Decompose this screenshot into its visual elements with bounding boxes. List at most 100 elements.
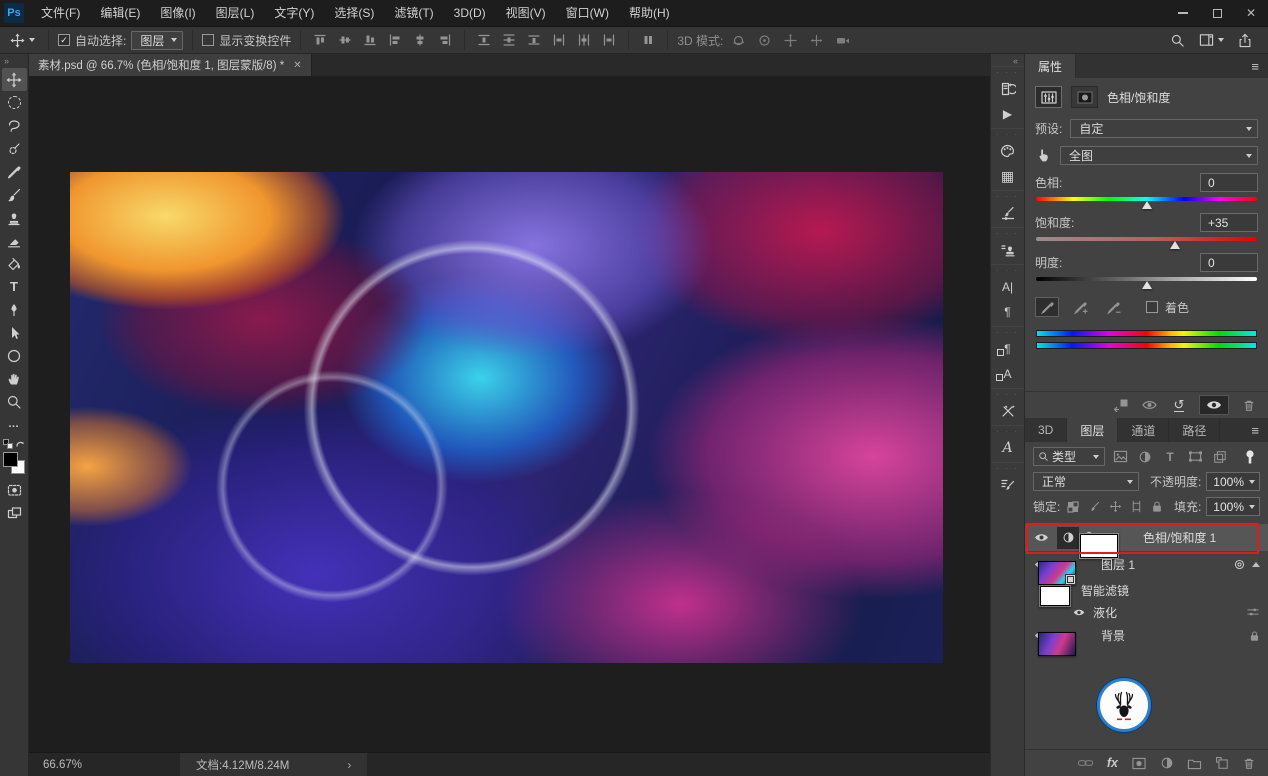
new-layer-button[interactable]: [1215, 756, 1229, 770]
dock-group-handle[interactable]: · · ·: [996, 69, 1018, 77]
distribute-vertical-centers-button[interactable]: [499, 33, 519, 47]
properties-panel-menu-icon[interactable]: ≡: [1242, 54, 1268, 78]
auto-select-checkbox[interactable]: ✓: [58, 34, 70, 46]
shape-tool[interactable]: [2, 344, 27, 367]
expand-panels-arrows[interactable]: «: [1006, 54, 1024, 66]
search-icon[interactable]: [1170, 33, 1185, 48]
hue-slider[interactable]: [1036, 193, 1257, 209]
hue-slider-thumb[interactable]: [1141, 201, 1152, 209]
dock-group-handle[interactable]: · · ·: [996, 131, 1018, 139]
zoom-tool[interactable]: [2, 390, 27, 413]
edit-toolbar-button[interactable]: …: [2, 413, 27, 436]
toggle-visibility-button[interactable]: [1199, 395, 1229, 415]
glyphs-panel-icon[interactable]: A: [995, 435, 1021, 460]
foreground-color-swatch[interactable]: [3, 452, 18, 467]
filter-smart-objects-icon[interactable]: [1210, 447, 1230, 466]
3d-drag-icon[interactable]: [780, 33, 801, 48]
link-layers-button[interactable]: [1077, 757, 1094, 769]
distribute-bottom-edges-button[interactable]: [524, 33, 544, 47]
smart-filter-indicator-icon[interactable]: [1233, 558, 1246, 571]
lock-position-icon[interactable]: [1107, 497, 1123, 516]
new-group-button[interactable]: [1187, 757, 1202, 770]
tab-channels[interactable]: 通道: [1118, 418, 1170, 442]
eyedropper-sample-button[interactable]: [1035, 297, 1059, 317]
dock-group-handle[interactable]: · · ·: [996, 193, 1018, 201]
quick-selection-tool[interactable]: [2, 137, 27, 160]
opacity-dropdown[interactable]: 100%: [1206, 472, 1260, 491]
brushes-panel-icon[interactable]: [995, 472, 1021, 497]
filter-kind-dropdown[interactable]: 类型: [1033, 447, 1105, 466]
filter-shape-layers-icon[interactable]: [1185, 447, 1205, 466]
smart-filters-label[interactable]: 智能滤镜: [1081, 582, 1129, 599]
filter-visibility-toggle[interactable]: [1071, 608, 1087, 617]
menu-filter[interactable]: 滤镜(T): [384, 0, 443, 26]
brush-settings-panel-icon[interactable]: [995, 200, 1021, 225]
lightness-slider-thumb[interactable]: [1141, 281, 1152, 289]
menu-3d[interactable]: 3D(D): [444, 0, 496, 26]
layer-visibility-toggle[interactable]: [1031, 532, 1051, 543]
saturation-value-input[interactable]: +35: [1200, 213, 1258, 232]
lightness-value-input[interactable]: 0: [1200, 253, 1258, 272]
swap-colors-icon[interactable]: [15, 439, 25, 449]
clip-to-layer-button[interactable]: [1112, 395, 1130, 415]
filter-blend-options-icon[interactable]: [1246, 606, 1260, 618]
distribute-horizontal-centers-button[interactable]: [574, 33, 594, 47]
3d-roll-icon[interactable]: [754, 33, 775, 48]
tool-preset-picker[interactable]: [6, 32, 39, 48]
dock-group-handle[interactable]: · · ·: [996, 465, 1018, 473]
menu-file[interactable]: 文件(F): [31, 0, 90, 26]
delete-layer-button[interactable]: [1242, 756, 1256, 771]
distribute-left-edges-button[interactable]: [549, 33, 569, 47]
tool-presets-panel-icon[interactable]: [995, 398, 1021, 423]
character-panel-icon[interactable]: A|: [995, 274, 1021, 299]
paint-bucket-tool[interactable]: [2, 252, 27, 275]
blend-mode-dropdown[interactable]: 正常: [1033, 472, 1139, 491]
quick-mask-button[interactable]: [2, 478, 27, 501]
dock-group-handle[interactable]: · · ·: [996, 230, 1018, 238]
dock-group-handle[interactable]: · · ·: [996, 329, 1018, 337]
dock-group-handle[interactable]: · · ·: [996, 267, 1018, 275]
filter-type-layers-icon[interactable]: T: [1160, 447, 1180, 466]
move-tool[interactable]: [1, 68, 27, 91]
3d-slide-icon[interactable]: [806, 33, 827, 48]
pen-tool[interactable]: [2, 298, 27, 321]
menu-type[interactable]: 文字(Y): [264, 0, 324, 26]
new-adjustment-layer-button[interactable]: [1160, 756, 1174, 770]
lasso-tool[interactable]: [2, 114, 27, 137]
channel-dropdown[interactable]: 全图: [1060, 146, 1258, 165]
layer-row-background[interactable]: 背景: [1025, 622, 1268, 656]
filter-name[interactable]: 液化: [1093, 604, 1117, 621]
colorize-checkbox[interactable]: [1146, 301, 1158, 313]
brush-tool[interactable]: [2, 183, 27, 206]
eyedropper-add-button[interactable]: [1068, 297, 1092, 317]
dock-group-handle[interactable]: · · ·: [996, 428, 1018, 436]
menu-image[interactable]: 图像(I): [150, 0, 205, 26]
lightness-slider[interactable]: [1036, 273, 1257, 289]
lock-transparency-icon[interactable]: [1065, 497, 1081, 516]
color-panel-icon[interactable]: [995, 138, 1021, 163]
paragraph-panel-icon[interactable]: ¶: [995, 299, 1021, 324]
zoom-level-field[interactable]: 66.67%: [29, 759, 94, 771]
menu-select[interactable]: 选择(S): [324, 0, 384, 26]
hand-tool[interactable]: [2, 367, 27, 390]
delete-adjustment-button[interactable]: [1240, 395, 1258, 415]
close-button[interactable]: ✕: [1234, 0, 1268, 26]
lock-icon[interactable]: [1249, 630, 1260, 642]
tab-3d[interactable]: 3D: [1025, 418, 1068, 442]
layer-row-liquify[interactable]: 液化: [1025, 602, 1268, 622]
menu-view[interactable]: 视图(V): [496, 0, 556, 26]
path-selection-tool[interactable]: [2, 321, 27, 344]
actions-panel-icon[interactable]: ▶: [995, 101, 1021, 126]
eyedropper-subtract-button[interactable]: [1101, 297, 1125, 317]
mask-properties-button[interactable]: [1071, 86, 1098, 108]
3d-rotate-icon[interactable]: [728, 33, 749, 48]
align-right-edges-button[interactable]: [435, 33, 455, 47]
layers-panel-menu-icon[interactable]: ≡: [1242, 418, 1268, 442]
tab-layers[interactable]: 图层: [1067, 418, 1119, 442]
lock-pixels-icon[interactable]: [1086, 497, 1102, 516]
layer-row-layer1[interactable]: 图层 1: [1025, 551, 1268, 585]
lock-artboard-icon[interactable]: [1128, 497, 1144, 516]
adjustment-layer-icon[interactable]: [1057, 526, 1079, 549]
canvas-area[interactable]: [29, 76, 990, 752]
menu-layer[interactable]: 图层(L): [206, 0, 265, 26]
